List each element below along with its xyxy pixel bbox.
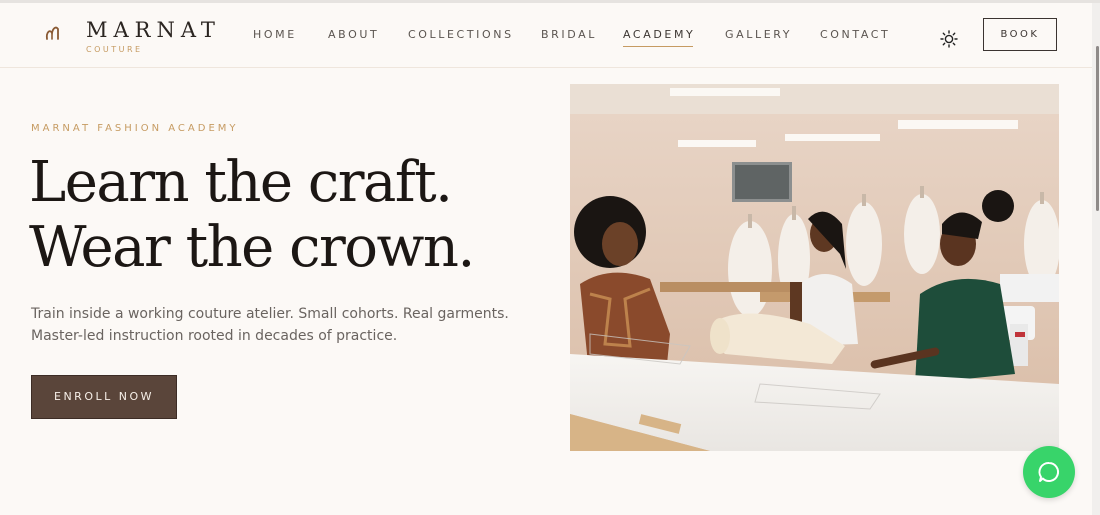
nav-about[interactable]: ABOUT — [328, 28, 379, 42]
brand-subtitle: COUTURE — [86, 45, 143, 54]
headline-line-1: Learn the craft. — [29, 150, 453, 215]
hero-eyebrow: MARNAT FASHION ACADEMY — [31, 123, 239, 134]
sun-icon[interactable] — [940, 30, 958, 48]
nav-gallery[interactable]: GALLERY — [725, 28, 792, 42]
site-header: MARNAT COUTURE HOME ABOUT COLLECTIONS BR… — [0, 3, 1092, 68]
nav-academy[interactable]: ACADEMY — [623, 28, 695, 42]
nav-contact[interactable]: CONTACT — [820, 28, 890, 42]
nav-bridal[interactable]: BRIDAL — [541, 28, 597, 42]
headline-line-2: Wear the crown. — [29, 215, 475, 280]
logo-icon[interactable] — [44, 23, 64, 43]
hero-description: Train inside a working couture atelier. … — [31, 306, 509, 344]
nav-home[interactable]: HOME — [253, 28, 297, 42]
brand-name[interactable]: MARNAT — [86, 18, 221, 42]
book-button[interactable]: BOOK — [983, 18, 1057, 51]
active-nav-underline — [623, 46, 693, 47]
scrollbar-thumb[interactable] — [1096, 46, 1099, 211]
chat-bubble-icon — [1038, 461, 1060, 482]
hero-image — [570, 84, 1059, 451]
chat-button[interactable] — [1023, 446, 1075, 498]
nav-collections[interactable]: COLLECTIONS — [408, 28, 514, 42]
hero-headline: Learn the craft. Wear the crown. — [29, 150, 475, 280]
enroll-now-button[interactable]: ENROLL NOW — [31, 375, 177, 419]
